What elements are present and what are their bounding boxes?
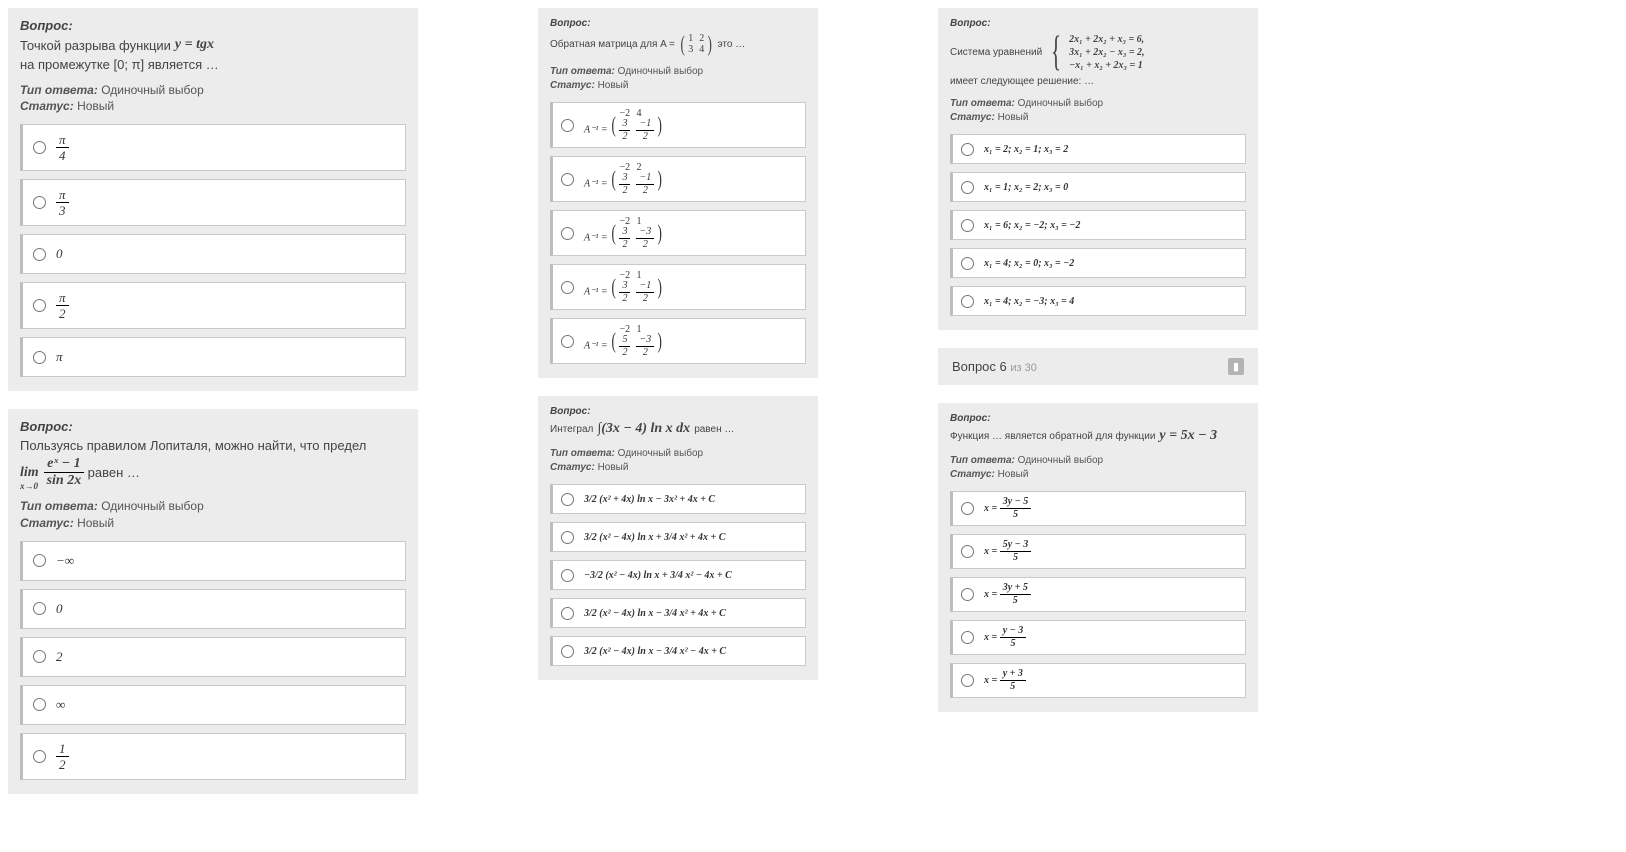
q3-opt-4[interactable]: A⁻¹ = (−2132−12): [550, 264, 806, 310]
question-card-2: Вопрос: Пользуясь правилом Лопиталя, мож…: [8, 409, 418, 793]
q1-opt-1[interactable]: π4: [20, 124, 406, 171]
radio[interactable]: [33, 750, 46, 763]
q3-pre: Обратная матрица для A =: [550, 39, 675, 50]
qnav-of: из 30: [1010, 362, 1036, 374]
q5-opt-3[interactable]: x₁ = 6; x₂ = −2; x₃ = −2: [950, 210, 1246, 240]
question-label: Вопрос:: [20, 419, 406, 434]
q5-opt-2[interactable]: x₁ = 1; x₂ = 2; x₃ = 0: [950, 172, 1246, 202]
q2-pre: Пользуясь правилом Лопиталя, можно найти…: [20, 438, 366, 453]
q5-system: { 2x₁ + 2x₂ + x₃ = 6, 3x₁ + 2x₂ − x₃ = 2…: [1046, 33, 1144, 72]
q6-opt-3[interactable]: x = 3y + 55: [950, 577, 1246, 612]
question-card-4: Вопрос: Интеграл ∫(3x − 4) ln x dx равен…: [538, 396, 818, 680]
q3-post: это …: [718, 39, 746, 50]
radio[interactable]: [561, 531, 574, 544]
radio[interactable]: [961, 631, 974, 644]
radio[interactable]: [33, 196, 46, 209]
radio[interactable]: [33, 698, 46, 711]
q1-pre: Точкой разрыва функции: [20, 38, 171, 53]
q1-opt-4[interactable]: π2: [20, 282, 406, 329]
radio[interactable]: [961, 588, 974, 601]
q1-opt-5[interactable]: π: [20, 337, 406, 377]
radio[interactable]: [33, 351, 46, 364]
q1-opt-3[interactable]: 0: [20, 234, 406, 274]
radio[interactable]: [961, 181, 974, 194]
q1-post: на промежутке [0; π] является …: [20, 57, 219, 72]
radio[interactable]: [961, 257, 974, 270]
q6-opt-4[interactable]: x = y − 35: [950, 620, 1246, 655]
question-label: Вопрос:: [950, 413, 1246, 424]
question-card-3: Вопрос: Обратная матрица для A = ( 1234 …: [538, 8, 818, 378]
q5-opt-4[interactable]: x₁ = 4; x₂ = 0; x₃ = −2: [950, 248, 1246, 278]
radio[interactable]: [961, 674, 974, 687]
q3-matrix: ( 1234 ): [679, 33, 714, 55]
q4-pre: Интеграл: [550, 424, 593, 435]
radio[interactable]: [561, 607, 574, 620]
page-indicator-icon[interactable]: ▮: [1228, 358, 1244, 375]
q3-opt-1[interactable]: A⁻¹ = (−2432−12): [550, 102, 806, 148]
radio[interactable]: [561, 493, 574, 506]
q2-formula: lim x→0 eˣ − 1sin 2x: [20, 457, 84, 488]
q6-formula: y = 5x − 3: [1159, 428, 1217, 444]
q2-opt-3[interactable]: 2: [20, 637, 406, 677]
radio[interactable]: [561, 335, 574, 348]
question-label: Вопрос:: [950, 18, 1246, 29]
radio[interactable]: [561, 119, 574, 132]
question-label: Вопрос:: [20, 18, 406, 33]
q5-pre: Система уравнений: [950, 47, 1042, 58]
q4-formula: ∫(3x − 4) ln x dx: [597, 421, 690, 437]
q4-post: равен …: [694, 424, 734, 435]
radio[interactable]: [961, 143, 974, 156]
q6-opt-2[interactable]: x = 5y − 35: [950, 534, 1246, 569]
radio[interactable]: [961, 545, 974, 558]
q3-opt-3[interactable]: A⁻¹ = (−2132−32): [550, 210, 806, 256]
question-label: Вопрос:: [550, 406, 806, 417]
q3-opt-5[interactable]: A⁻¹ = (−2152−32): [550, 318, 806, 364]
radio[interactable]: [561, 227, 574, 240]
q6-pre: Функция … является обратной для функции: [950, 431, 1155, 442]
radio[interactable]: [33, 248, 46, 261]
qnav-text: Вопрос 6: [952, 359, 1007, 374]
question-nav: Вопрос 6 из 30 ▮: [938, 348, 1258, 385]
radio[interactable]: [961, 502, 974, 515]
q4-opt-2[interactable]: 3/2 (x² − 4x) ln x + 3/4 x² + 4x + C: [550, 522, 806, 552]
radio[interactable]: [961, 295, 974, 308]
q5-post: имеет следующее решение: …: [950, 76, 1094, 87]
question-card-6: Вопрос: Функция … является обратной для …: [938, 403, 1258, 712]
q1-opt-2[interactable]: π3: [20, 179, 406, 226]
q2-post: равен …: [88, 465, 140, 480]
radio[interactable]: [561, 281, 574, 294]
radio[interactable]: [33, 650, 46, 663]
q5-opt-5[interactable]: x₁ = 4; x₂ = −3; x₃ = 4: [950, 286, 1246, 316]
q4-opt-4[interactable]: 3/2 (x² − 4x) ln x − 3/4 x² + 4x + C: [550, 598, 806, 628]
q6-opt-1[interactable]: x = 3y − 55: [950, 491, 1246, 526]
radio[interactable]: [33, 299, 46, 312]
q2-opt-1[interactable]: −∞: [20, 541, 406, 581]
q3-opt-2[interactable]: A⁻¹ = (−2232−12): [550, 156, 806, 202]
radio[interactable]: [561, 645, 574, 658]
q2-opt-2[interactable]: 0: [20, 589, 406, 629]
radio[interactable]: [33, 141, 46, 154]
question-card-5: Вопрос: Система уравнений { 2x₁ + 2x₂ + …: [938, 8, 1258, 330]
q6-opt-5[interactable]: x = y + 35: [950, 663, 1246, 698]
q4-opt-1[interactable]: 3/2 (x² + 4x) ln x − 3x² + 4x + C: [550, 484, 806, 514]
radio[interactable]: [961, 219, 974, 232]
radio[interactable]: [561, 173, 574, 186]
radio[interactable]: [33, 602, 46, 615]
q2-opt-4[interactable]: ∞: [20, 685, 406, 725]
q4-opt-5[interactable]: 3/2 (x² − 4x) ln x − 3/4 x² − 4x + C: [550, 636, 806, 666]
q5-opt-1[interactable]: x₁ = 2; x₂ = 1; x₃ = 2: [950, 134, 1246, 164]
q2-opt-5[interactable]: 12: [20, 733, 406, 780]
radio[interactable]: [561, 569, 574, 582]
question-label: Вопрос:: [550, 18, 806, 29]
q1-formula: y = tgx: [175, 37, 214, 53]
radio[interactable]: [33, 554, 46, 567]
q4-opt-3[interactable]: −3/2 (x² − 4x) ln x + 3/4 x² − 4x + C: [550, 560, 806, 590]
question-card-1: Вопрос: Точкой разрыва функции y = tgx н…: [8, 8, 418, 391]
